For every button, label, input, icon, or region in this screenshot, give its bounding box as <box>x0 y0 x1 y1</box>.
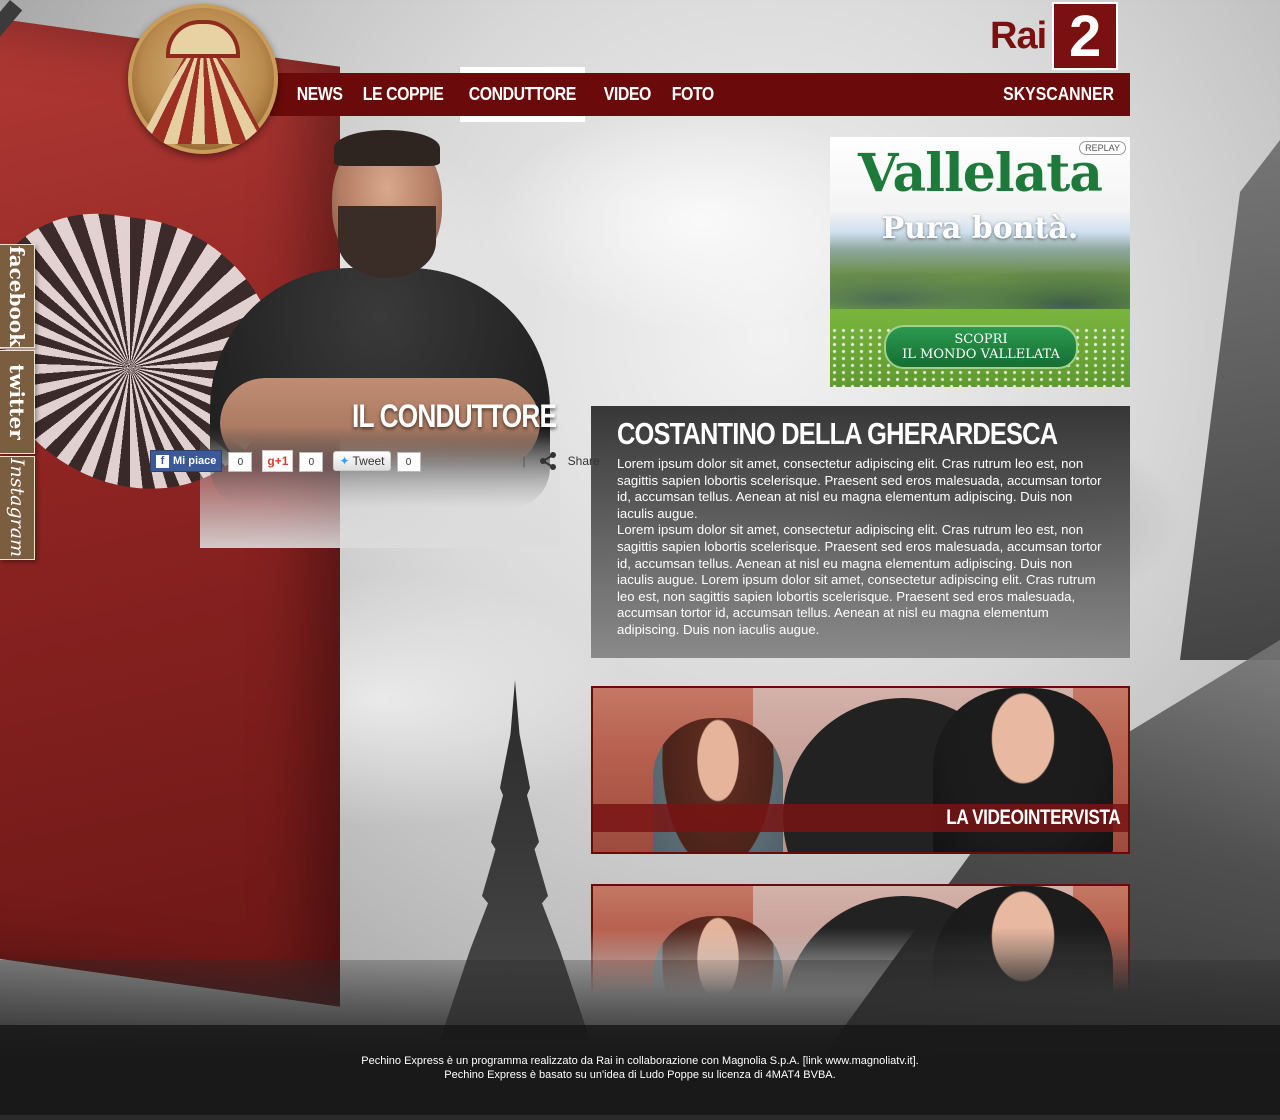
ad-replay-button[interactable]: REPLAY <box>1079 141 1126 155</box>
google-plus-button[interactable]: g +1 <box>262 450 294 472</box>
host-photo-fade <box>200 428 560 548</box>
main-nav: NEWS LE COPPIE CONDUTTORE VIDEO FOTO SKY… <box>270 67 1130 122</box>
ad-cta-line1: SCOPRI <box>954 332 1008 347</box>
advertisement-banner[interactable]: Vallelata Pura bontà. REPLAY SCOPRI IL M… <box>830 137 1130 387</box>
ad-tagline: Pura bontà. <box>881 211 1079 246</box>
section-title: IL CONDUTTORE <box>352 398 557 434</box>
nav-items: NEWS LE COPPIE CONDUTTORE VIDEO FOTO <box>270 67 724 122</box>
video-thumb-woman <box>653 718 783 852</box>
nav-item-foto[interactable]: FOTO <box>663 73 723 116</box>
tweet-button[interactable]: ✦ Tweet <box>333 451 391 471</box>
facebook-like-button[interactable]: f Mi piace <box>150 450 223 472</box>
nav-item-le-coppie[interactable]: LE COPPIE <box>354 73 452 116</box>
facebook-like-label: Mi piace <box>173 455 217 467</box>
footer: Pechino Express è un programma realizzat… <box>0 1025 1280 1115</box>
twitter-bird-icon: ✦ <box>339 454 350 468</box>
rai-logo-number: 2 <box>1052 2 1119 70</box>
google-plus-icon: g <box>267 454 275 468</box>
ad-hills <box>830 249 1130 309</box>
share-icon <box>539 452 556 470</box>
share-label: Share <box>567 454 600 468</box>
video-label: LA VIDEOINTERVISTA <box>945 806 1121 829</box>
facebook-tab[interactable]: facebook <box>0 244 35 348</box>
host-beard <box>338 206 436 278</box>
rai2-logo[interactable]: Rai 2 <box>990 2 1119 70</box>
tweet-label: Tweet <box>352 454 385 468</box>
share-button[interactable]: Share <box>538 451 600 471</box>
facebook-tab-label: facebook <box>5 245 29 347</box>
facebook-icon: f <box>156 454 169 468</box>
pechino-express-logo[interactable] <box>128 4 278 154</box>
footer-line: Pechino Express è un programma realizzat… <box>361 1055 919 1067</box>
instagram-tab[interactable]: Instagram <box>0 456 35 560</box>
social-side-tabs: facebook twitter Instagram <box>0 244 36 562</box>
rai-logo-text: Rai <box>990 14 1047 57</box>
video-card[interactable] <box>591 884 1130 994</box>
twitter-tab[interactable]: twitter <box>0 350 35 454</box>
google-plus-label: +1 <box>274 454 289 468</box>
nav-item-skyscanner[interactable]: SKYSCANNER <box>1003 84 1114 105</box>
share-row: f Mi piace 0 g +1 0 ✦ Tweet 0 | Share <box>150 450 600 472</box>
ad-cta-line2: IL MONDO VALLELATA <box>902 347 1060 362</box>
tweet-count: 0 <box>396 452 421 472</box>
video-interview-card[interactable]: LA VIDEOINTERVISTA <box>591 686 1130 854</box>
nav-item-conduttore[interactable]: CONDUTTORE <box>459 67 585 122</box>
footer-line: Pechino Express è basato su un'idea di L… <box>444 1069 836 1081</box>
host-hair <box>334 130 440 166</box>
share-separator: | <box>522 454 526 468</box>
instagram-tab-label: Instagram <box>6 458 28 558</box>
host-bio-panel: COSTANTINO DELLA GHERARDESCA Lorem ipsum… <box>591 406 1130 658</box>
host-name: COSTANTINO DELLA GHERARDESCA <box>617 416 1058 451</box>
logo-sun <box>170 24 236 54</box>
facebook-like-count: 0 <box>228 452 253 472</box>
bio-paragraph: Lorem ipsum dolor sit amet, consectetur … <box>617 522 1102 637</box>
nav-item-news[interactable]: NEWS <box>288 73 351 116</box>
nav-item-video[interactable]: VIDEO <box>595 73 660 116</box>
bio-paragraph: Lorem ipsum dolor sit amet, consectetur … <box>617 456 1102 521</box>
google-plus-count: 0 <box>299 452 324 472</box>
twitter-tab-label: twitter <box>5 364 29 440</box>
ad-cta-button[interactable]: SCOPRI IL MONDO VALLELATA <box>884 325 1078 369</box>
